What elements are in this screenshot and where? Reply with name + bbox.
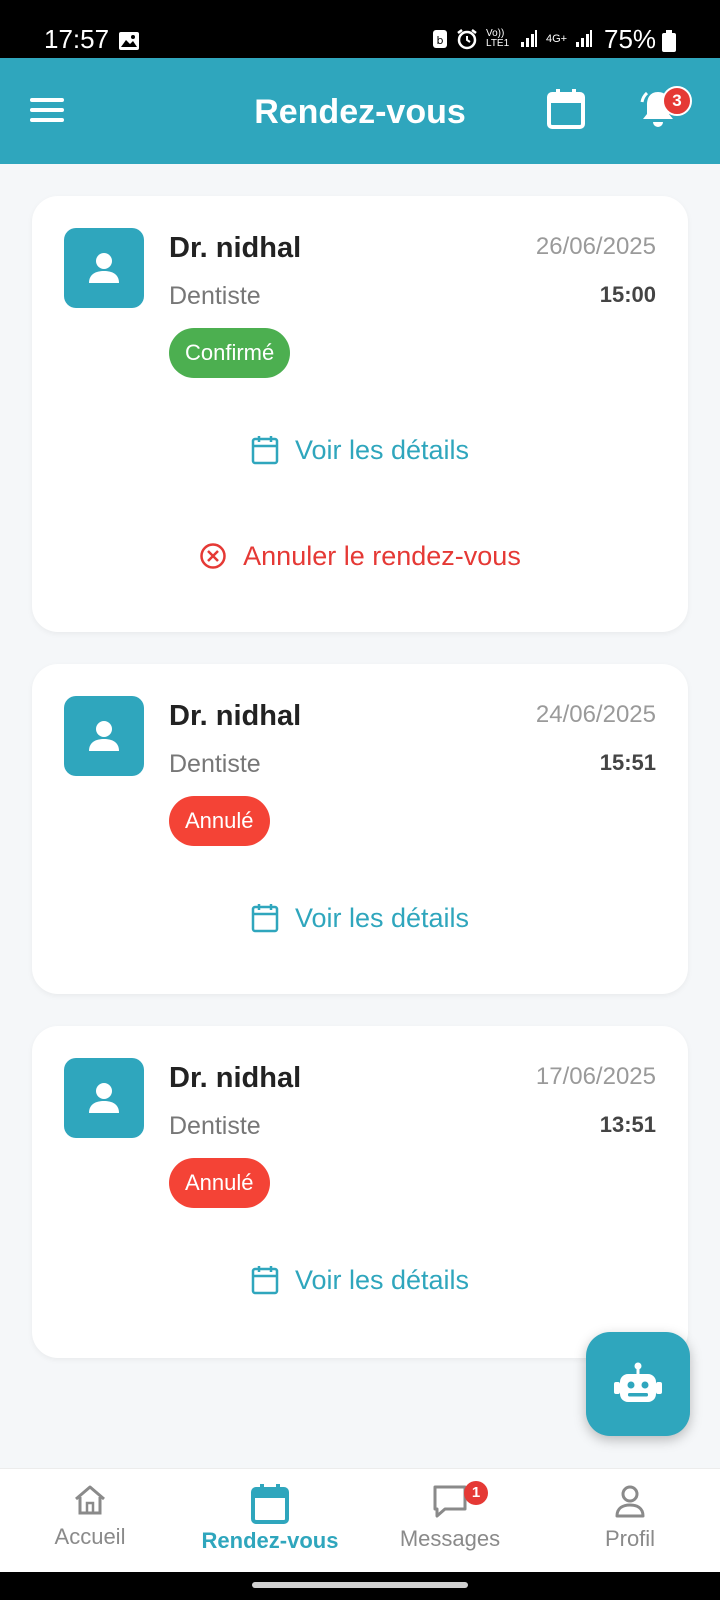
person-icon <box>615 1485 645 1518</box>
chatbot-button[interactable] <box>586 1332 690 1436</box>
signal-icon <box>521 30 537 47</box>
person-icon <box>89 721 119 751</box>
gallery-icon <box>119 32 139 50</box>
status-badge: Confirmé <box>169 328 291 378</box>
cancel-appointment-label: Annuler le rendez-vous <box>243 541 521 571</box>
person-icon <box>89 1083 119 1113</box>
signal-icon-2 <box>576 30 593 47</box>
nav-label: Accueil <box>54 1524 126 1549</box>
status-badge: Annulé <box>169 1158 270 1208</box>
appointment-date: 24/06/2025 <box>535 701 656 728</box>
avatar <box>64 696 144 776</box>
status-bar: 17:57 b Vo)) LTE1 4G+ 75% <box>0 0 720 58</box>
appointment-card: Dr. nidhal Dentiste 17/06/2025 13:51 Ann… <box>32 1026 688 1358</box>
volte-label: Vo)) LTE1 <box>486 28 510 49</box>
battery-level: 75% <box>604 24 657 54</box>
doctor-name: Dr. nidhal <box>169 700 302 732</box>
avatar <box>64 228 144 308</box>
view-details-label: Voir les détails <box>294 1265 470 1295</box>
app-bar: Rendez-vous <box>0 58 720 164</box>
alarm-icon <box>457 29 477 50</box>
page-title: Rendez-vous <box>254 93 466 131</box>
status-time: 17:57 <box>44 24 110 54</box>
network-4g-label: 4G+ <box>546 33 568 45</box>
cancel-appointment-button[interactable]: Annuler le rendez-vous <box>32 538 688 574</box>
appointment-time: 15:51 <box>599 750 656 775</box>
nav-item-profile[interactable]: Profil <box>540 1469 720 1572</box>
view-details-button[interactable]: Voir les détails <box>32 1262 688 1298</box>
view-details-label: Voir les détails <box>294 903 470 933</box>
messages-badge: 1 <box>464 1481 488 1505</box>
specialty: Dentiste <box>169 750 261 778</box>
appointment-time: 13:51 <box>599 1112 656 1137</box>
bottom-navigation: Accueil Rendez-vous 1 Messages Profil <box>0 1468 720 1572</box>
nav-item-home[interactable]: Accueil <box>0 1469 180 1572</box>
chat-icon <box>433 1485 467 1518</box>
svg-text:b: b <box>437 34 444 47</box>
robot-icon <box>614 1362 662 1402</box>
view-details-label: Voir les détails <box>294 435 470 465</box>
view-details-button[interactable]: Voir les détails <box>32 900 688 936</box>
person-icon <box>89 253 119 283</box>
home-gesture-bar[interactable] <box>252 1582 468 1588</box>
status-icons: b Vo)) LTE1 4G+ <box>432 28 593 50</box>
home-icon <box>75 1485 105 1515</box>
notification-badge: 3 <box>662 86 692 116</box>
appointment-card: Dr. nidhal Dentiste 24/06/2025 15:51 Ann… <box>32 664 688 994</box>
cancel-circle-icon <box>200 543 226 569</box>
calendar-icon[interactable] <box>546 88 586 130</box>
status-badge: Annulé <box>169 796 270 846</box>
calendar-icon <box>251 1484 289 1524</box>
nav-item-appointments[interactable]: Rendez-vous <box>180 1469 360 1572</box>
appointment-date: 17/06/2025 <box>535 1063 656 1090</box>
gesture-area <box>0 1572 720 1600</box>
specialty: Dentiste <box>169 1112 261 1140</box>
nav-label: Rendez-vous <box>201 1528 339 1553</box>
nav-item-messages[interactable]: 1 Messages <box>360 1469 540 1572</box>
sim-icon: b <box>433 30 447 48</box>
appointment-card: Dr. nidhal Dentiste 26/06/2025 15:00 Con… <box>32 196 688 632</box>
nav-label: Profil <box>604 1526 656 1551</box>
specialty: Dentiste <box>169 282 261 310</box>
calendar-icon <box>251 436 279 465</box>
calendar-icon <box>251 1266 279 1295</box>
battery-icon <box>662 30 676 52</box>
avatar <box>64 1058 144 1138</box>
appointment-date: 26/06/2025 <box>535 233 656 260</box>
nav-label: Messages <box>399 1526 501 1551</box>
doctor-name: Dr. nidhal <box>169 1062 302 1094</box>
appointment-time: 15:00 <box>599 282 656 307</box>
doctor-name: Dr. nidhal <box>169 232 302 264</box>
view-details-button[interactable]: Voir les détails <box>32 432 688 468</box>
calendar-icon <box>251 904 279 933</box>
